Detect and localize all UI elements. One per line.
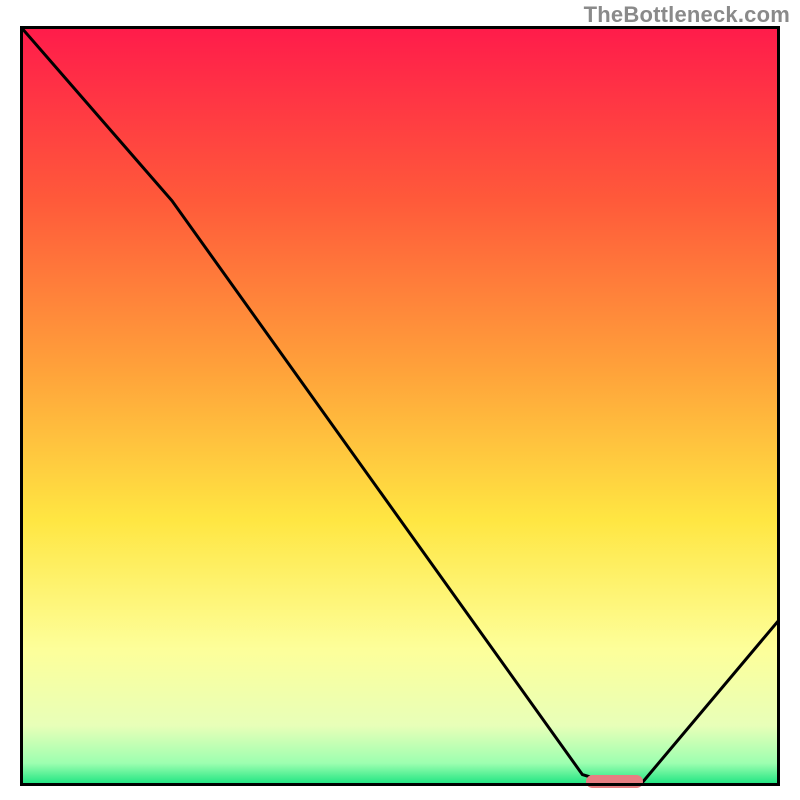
plot-area <box>20 26 780 786</box>
watermark-text: TheBottleneck.com <box>584 2 790 28</box>
bottleneck-curve <box>20 26 780 781</box>
optimal-range-marker <box>586 775 643 789</box>
curve-layer <box>20 26 780 786</box>
